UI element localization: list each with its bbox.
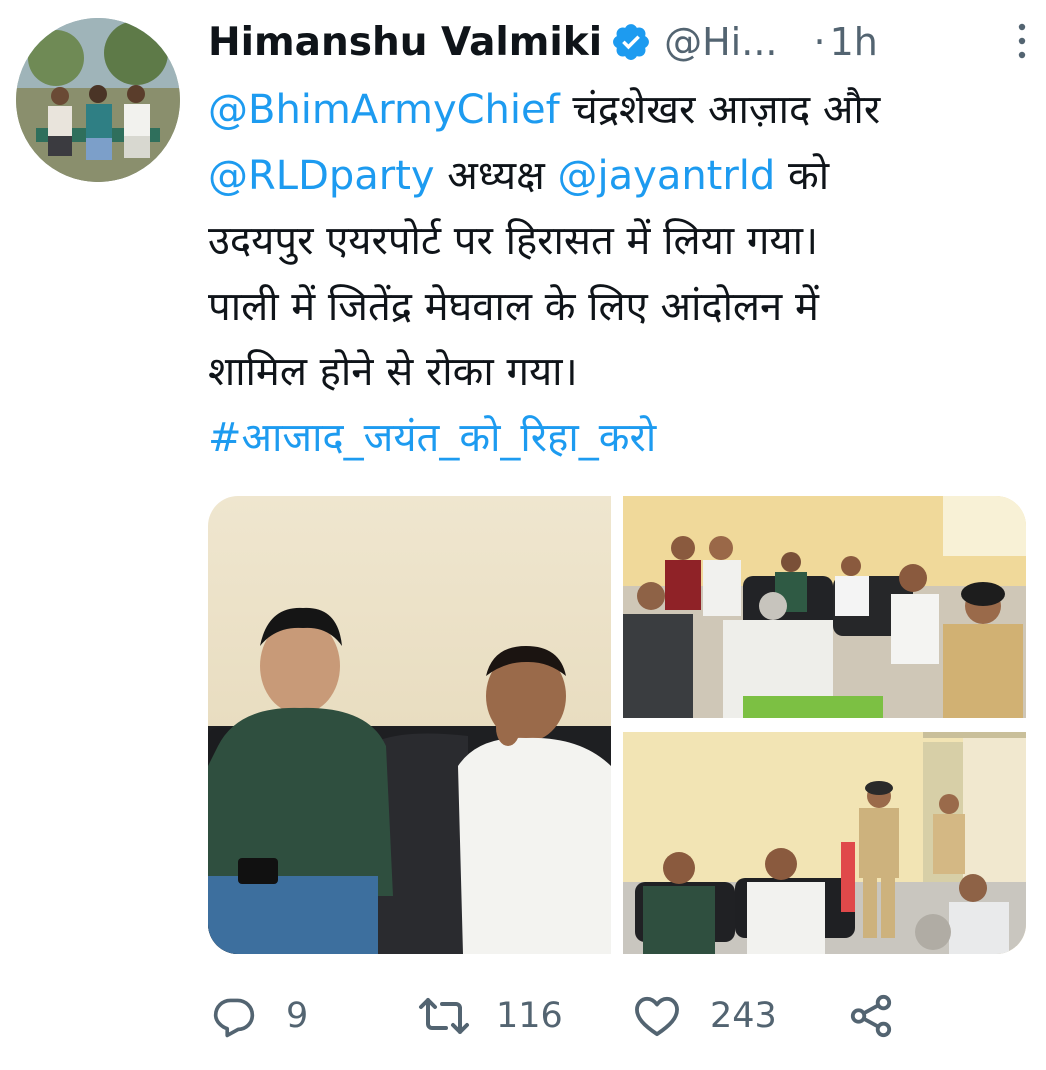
more-options-icon[interactable] [1012, 20, 1032, 62]
tweet-line-5: शामिल होने से रोका गया। [208, 349, 578, 396]
separator-dot: · [813, 20, 826, 64]
author-handle[interactable]: @Hi... [664, 20, 777, 64]
tweet-line-1-text: चंद्रशेखर आज़ाद और [559, 87, 881, 133]
author-avatar[interactable] [16, 18, 180, 182]
photo-room-with-police-officers [623, 732, 1026, 954]
tweet-line-3: उदयपुर एयरपोर्ट पर हिरासत में लिया गया। [208, 218, 819, 265]
tweet-line-1: @BhimArmyChief चंद्रशेखर आज़ाद और [208, 78, 1028, 144]
photo-2[interactable] [623, 496, 1026, 718]
tweet-line-4: पाली में जितेंद्र मेघवाल के लिए आंदोलन म… [208, 283, 819, 330]
retweet-icon [419, 998, 469, 1034]
retweet-count: 116 [496, 996, 563, 1036]
tweet-line-2: @RLDparty अध्यक्ष @jayantrld को [208, 144, 1028, 210]
verified-badge-icon [613, 24, 650, 60]
reply-button[interactable]: 9 [212, 984, 308, 1048]
photo-1[interactable] [208, 496, 611, 954]
media-grid [208, 496, 1026, 954]
like-count: 243 [710, 996, 777, 1036]
heart-icon [635, 996, 679, 1037]
tweet-time[interactable]: 1h [830, 20, 878, 64]
author-name[interactable]: Himanshu Valmiki [208, 20, 602, 65]
avatar-photo [16, 18, 180, 182]
tweet-header: Himanshu Valmiki @Hi... · 1h [208, 14, 1026, 70]
tweet-line-2-text-a: अध्यक्ष [434, 152, 558, 199]
like-button[interactable]: 243 [634, 984, 777, 1048]
share-button[interactable] [848, 984, 894, 1048]
mention-bhimarmychief[interactable]: @BhimArmyChief [208, 87, 560, 133]
retweet-button[interactable]: 116 [418, 984, 563, 1048]
photo-group-meeting-with-police-officer [623, 496, 1026, 718]
photo-3[interactable] [623, 732, 1026, 954]
tweet-line-2-text-b: को [775, 152, 830, 199]
share-icon [850, 994, 892, 1038]
tweet-text: @BhimArmyChief चंद्रशेखर आज़ाद और @RLDpa… [208, 78, 1028, 472]
reply-count: 9 [286, 996, 309, 1036]
photo-two-men-on-black-sofa [208, 496, 611, 954]
tweet-actions: 9 116 243 [208, 984, 1028, 1048]
mention-jayantrld[interactable]: @jayantrld [558, 153, 776, 199]
reply-icon [213, 998, 255, 1038]
mention-rldparty[interactable]: @RLDparty [208, 153, 435, 199]
hashtag-link[interactable]: #आजाद_जयंत_को_रिहा_करो [208, 406, 1028, 472]
